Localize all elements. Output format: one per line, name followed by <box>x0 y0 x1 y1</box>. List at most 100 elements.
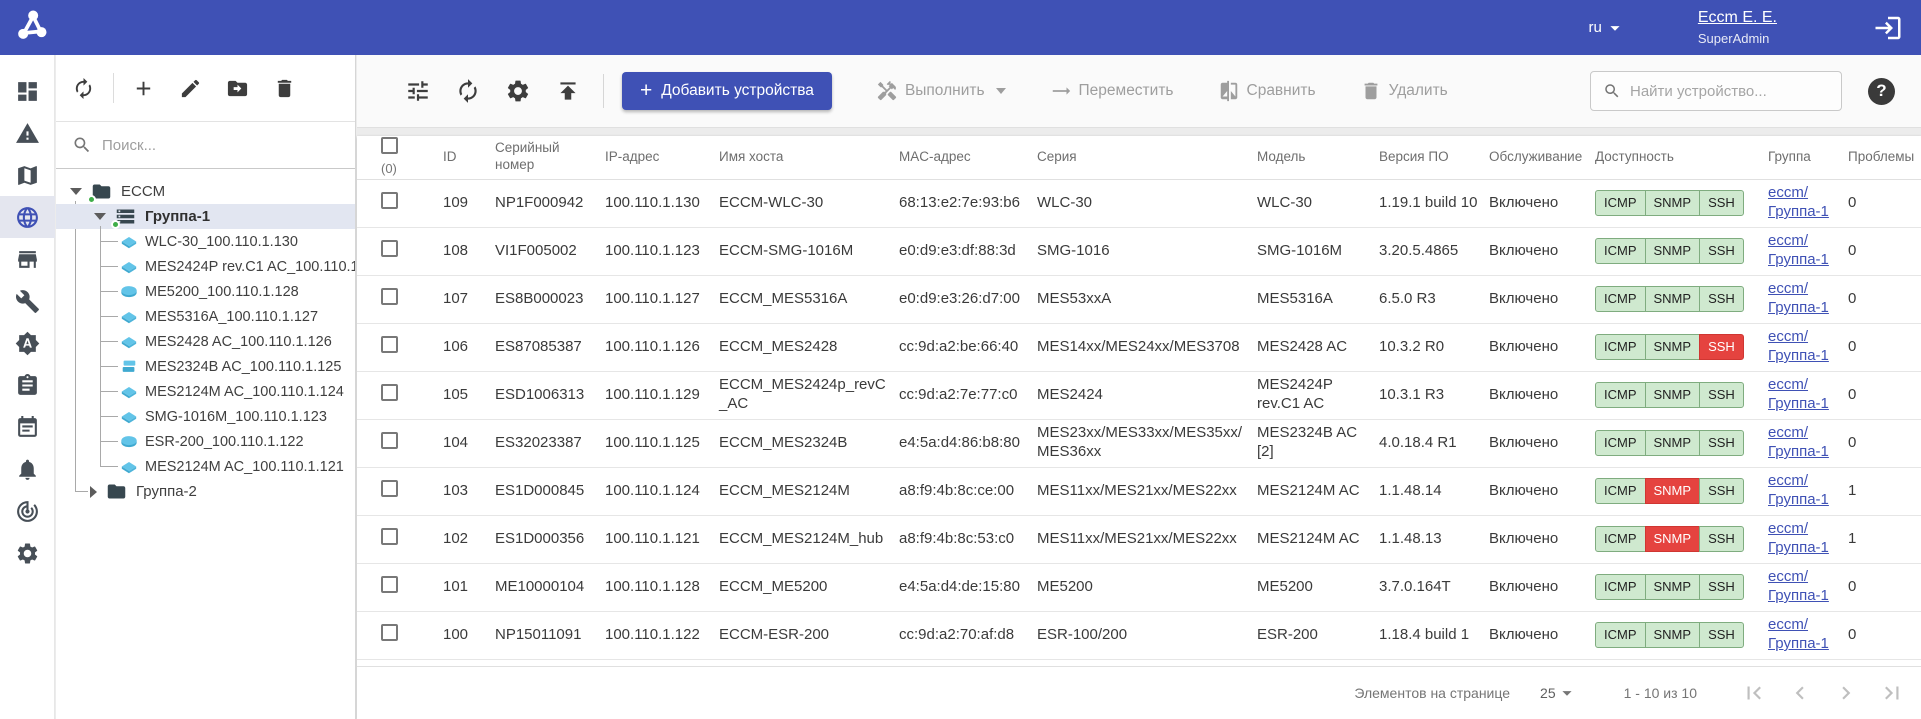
logout-button[interactable] <box>1873 13 1903 43</box>
device-search-input[interactable] <box>1630 83 1829 100</box>
group-link[interactable]: eccm/Группа-1 <box>1768 424 1838 462</box>
row-checkbox[interactable] <box>381 384 398 401</box>
next-page-button[interactable] <box>1833 680 1859 706</box>
row-checkbox[interactable] <box>381 192 398 209</box>
cell-id: 104 <box>443 419 495 467</box>
column-header-5[interactable]: MAC-адрес <box>899 136 1037 179</box>
rail-dashboard-icon[interactable] <box>0 70 55 112</box>
table-settings-button[interactable] <box>505 78 531 104</box>
delete-button[interactable]: Удалить <box>1360 80 1448 102</box>
column-header-2[interactable]: Серийный номер <box>495 136 605 179</box>
column-header-9[interactable]: Обслуживание <box>1489 136 1595 179</box>
refresh-button[interactable] <box>455 78 481 104</box>
tree-item-device[interactable]: MES2424P rev.C1 AC_100.110.1.129 <box>56 254 355 279</box>
row-checkbox[interactable] <box>381 528 398 545</box>
column-header-12[interactable]: Проблемы <box>1848 136 1921 179</box>
last-page-button[interactable] <box>1879 680 1905 706</box>
column-header-10[interactable]: Доступность <box>1595 136 1768 179</box>
cell-series: MES14xx/MES24xx/MES3708 <box>1037 323 1257 371</box>
group-link[interactable]: eccm/Группа-1 <box>1768 232 1838 270</box>
group-link[interactable]: eccm/Группа-1 <box>1768 328 1838 366</box>
group-link[interactable]: eccm/Группа-1 <box>1768 568 1838 606</box>
export-button[interactable] <box>555 78 581 104</box>
cell-serial: ME10000104 <box>495 563 605 611</box>
tree-item-device[interactable]: MES2124M AC_100.110.1.124 <box>56 379 355 404</box>
row-checkbox[interactable] <box>381 576 398 593</box>
caret-down-icon[interactable] <box>94 213 106 220</box>
tree-delete-group-button[interactable] <box>273 77 296 100</box>
row-checkbox[interactable] <box>381 240 398 257</box>
group-link[interactable]: eccm/Группа-1 <box>1768 520 1838 558</box>
rail-auto-config-icon[interactable] <box>0 322 55 364</box>
row-checkbox[interactable] <box>381 432 398 449</box>
availability-badges: ICMPSNMPSSH <box>1595 478 1744 504</box>
filter-columns-button[interactable] <box>405 78 431 104</box>
rail-devices-icon[interactable] <box>0 196 55 238</box>
tree-edit-group-button[interactable] <box>179 77 202 100</box>
group-link[interactable]: eccm/Группа-1 <box>1768 472 1838 510</box>
caret-right-icon[interactable] <box>90 486 97 498</box>
row-checkbox[interactable] <box>381 336 398 353</box>
tree-item-group2[interactable]: Группа-2 <box>56 479 355 504</box>
row-checkbox[interactable] <box>381 624 398 641</box>
column-header-11[interactable]: Группа <box>1768 136 1848 179</box>
main-area: + Добавить устройства Выполнить Перемест… <box>357 55 1921 719</box>
first-page-button[interactable] <box>1741 680 1767 706</box>
tree-item-device[interactable]: ESR-200_100.110.1.122 <box>56 429 355 454</box>
tree-item-device[interactable]: MES2324B AC_100.110.1.125 <box>56 354 355 379</box>
tree-move-group-button[interactable] <box>226 77 249 100</box>
per-page-select[interactable]: 25 <box>1540 682 1578 704</box>
rail-inventory-icon[interactable] <box>0 238 55 280</box>
help-button[interactable]: ? <box>1868 78 1895 105</box>
compare-button[interactable]: Сравнить <box>1218 80 1316 102</box>
tree-item-device[interactable]: MES2428 AC_100.110.1.126 <box>56 329 355 354</box>
add-devices-button[interactable]: + Добавить устройства <box>622 72 832 110</box>
row-checkbox[interactable] <box>381 480 398 497</box>
caret-down-icon[interactable] <box>70 188 82 195</box>
column-header-4[interactable]: Имя хоста <box>719 136 899 179</box>
column-header-1[interactable]: ID <box>443 136 495 179</box>
column-header-3[interactable]: IP-адрес <box>605 136 719 179</box>
prev-page-button[interactable] <box>1787 680 1813 706</box>
tree-item-device[interactable]: ME5200_100.110.1.128 <box>56 279 355 304</box>
rail-monitoring-icon[interactable] <box>0 490 55 532</box>
tree-item-device[interactable]: MES5316A_100.110.1.127 <box>56 304 355 329</box>
column-header-8[interactable]: Версия ПО <box>1379 136 1489 179</box>
rail-schedule-icon[interactable] <box>0 406 55 448</box>
group-link[interactable]: eccm/Группа-1 <box>1768 184 1838 222</box>
badge-icmp: ICMP <box>1595 238 1646 264</box>
group-link[interactable]: eccm/Группа-1 <box>1768 280 1838 318</box>
row-checkbox[interactable] <box>381 288 398 305</box>
language-select[interactable]: ru <box>1589 17 1626 39</box>
tree-search-input[interactable] <box>102 137 339 154</box>
rail-tasks-icon[interactable] <box>0 364 55 406</box>
cell-serial: ES8B000023 <box>495 275 605 323</box>
tree-item-device[interactable]: MES2124M AC_100.110.1.121 <box>56 454 355 479</box>
cell-availability: ICMPSNMPSSH <box>1595 179 1768 227</box>
tree-refresh-button[interactable] <box>72 77 95 100</box>
rail-notifications-icon[interactable] <box>0 448 55 490</box>
rail-alerts-icon[interactable] <box>0 112 55 154</box>
user-name-link[interactable]: Eccm E. E. <box>1698 9 1777 27</box>
tree-item-root[interactable]: ECCM <box>56 179 355 204</box>
tree-item-device[interactable]: WLC-30_100.110.1.130 <box>56 229 355 254</box>
column-header-6[interactable]: Серия <box>1037 136 1257 179</box>
cell-firmware: 4.0.18.4 R1 <box>1379 419 1489 467</box>
move-button[interactable]: Переместить <box>1050 80 1174 102</box>
tree-item-device[interactable]: SMG-1016M_100.110.1.123 <box>56 404 355 429</box>
cell-id: 107 <box>443 275 495 323</box>
rail-tools-icon[interactable] <box>0 280 55 322</box>
execute-button[interactable]: Выполнить <box>876 80 1006 102</box>
badge-ssh: SSH <box>1699 430 1744 456</box>
rail-settings-icon[interactable] <box>0 532 55 574</box>
column-header-7[interactable]: Модель <box>1257 136 1379 179</box>
cell-series: MES53xxA <box>1037 275 1257 323</box>
group-link[interactable]: eccm/Группа-1 <box>1768 376 1838 414</box>
badge-snmp: SNMP <box>1645 190 1701 216</box>
cell-id: 108 <box>443 227 495 275</box>
badge-ssh: SSH <box>1699 334 1744 360</box>
rail-maps-icon[interactable] <box>0 154 55 196</box>
group-link[interactable]: eccm/Группа-1 <box>1768 616 1838 654</box>
select-all-checkbox[interactable] <box>381 137 398 154</box>
tree-add-group-button[interactable] <box>132 77 155 100</box>
